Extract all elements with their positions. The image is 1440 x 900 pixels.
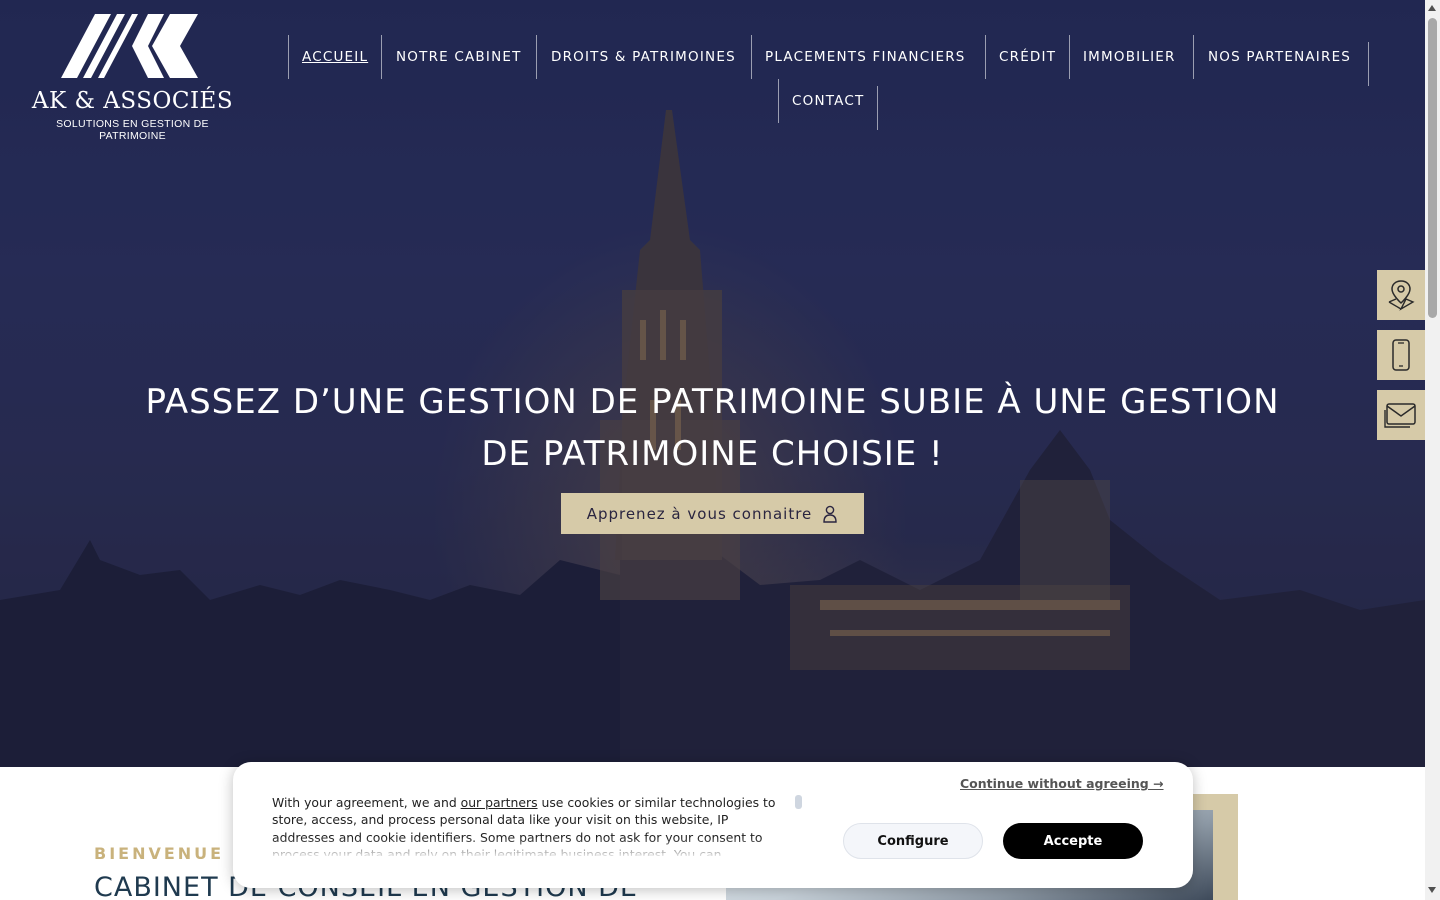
- nav-item-notre-cabinet[interactable]: NOTRE CABINET: [396, 35, 522, 79]
- scroll-down-arrow[interactable]: [1428, 887, 1436, 893]
- nav-separator: [288, 35, 289, 79]
- nav-separator: [536, 35, 537, 79]
- nav-item-credit[interactable]: CRÉDIT: [999, 35, 1056, 79]
- brand-tagline: SOLUTIONS EN GESTION DE PATRIMOINE: [56, 118, 209, 142]
- nav-separator: [381, 35, 382, 79]
- side-tab-location[interactable]: [1377, 270, 1425, 320]
- nav-separator: [1368, 42, 1369, 86]
- nav-item-nos-partenaires[interactable]: NOS PARTENAIRES: [1208, 35, 1351, 79]
- cookie-scroll-thumb[interactable]: [795, 795, 802, 809]
- hero-headline-line1: PASSEZ D’UNE GESTION DE PATRIMOINE SUBIE…: [145, 382, 1280, 422]
- nav-separator: [877, 86, 878, 130]
- cookie-text-part: With your agreement, we and: [272, 795, 461, 810]
- page-scrollbar[interactable]: [1425, 0, 1440, 900]
- cta-button[interactable]: Apprenez à vous connaitre: [561, 493, 864, 534]
- nav-item-droits-patrimoines[interactable]: DROITS & PATRIMOINES: [551, 35, 736, 79]
- nav-separator: [778, 79, 779, 123]
- hero-headline: PASSEZ D’UNE GESTION DE PATRIMOINE SUBIE…: [110, 376, 1315, 480]
- continue-without-agreeing-link[interactable]: Continue without agreeing →: [960, 776, 1164, 791]
- configure-button[interactable]: Configure: [843, 823, 983, 859]
- accept-button[interactable]: Accepte: [1003, 823, 1143, 859]
- nav-separator: [985, 35, 986, 79]
- ak-logo-mark[interactable]: [30, 12, 235, 132]
- hero-section: AK & ASSOCIÉS SOLUTIONS EN GESTION DE PA…: [0, 0, 1425, 767]
- cookie-text-fade: [272, 838, 812, 858]
- nav-item-placements-financiers[interactable]: PLACEMENTS FINANCIERS: [765, 35, 966, 79]
- side-tab-mail[interactable]: [1377, 390, 1425, 440]
- cta-label: Apprenez à vous connaitre: [586, 504, 813, 523]
- nav-separator: [1069, 35, 1070, 79]
- map-pin-icon: [1388, 280, 1415, 311]
- scroll-up-arrow[interactable]: [1428, 5, 1436, 11]
- mail-icon: [1384, 403, 1416, 428]
- side-tab-phone[interactable]: [1377, 330, 1425, 380]
- welcome-kicker: BIENVENUE !: [94, 844, 243, 863]
- nav-separator: [1193, 35, 1194, 79]
- partners-link[interactable]: our partners: [461, 795, 538, 810]
- cookie-banner: With your agreement, we and our partners…: [233, 762, 1193, 888]
- nav-item-accueil[interactable]: ACCUEIL: [302, 35, 368, 79]
- scroll-thumb[interactable]: [1428, 18, 1437, 318]
- user-icon: [823, 505, 837, 523]
- hero-headline-line2: DE PATRIMOINE CHOISIE !: [481, 434, 944, 474]
- nav-item-immobilier[interactable]: IMMOBILIER: [1083, 35, 1176, 79]
- brand-name: AK & ASSOCIÉS: [31, 88, 234, 114]
- nav-separator: [751, 35, 752, 79]
- phone-icon: [1392, 339, 1410, 371]
- nav-item-contact[interactable]: CONTACT: [792, 79, 864, 123]
